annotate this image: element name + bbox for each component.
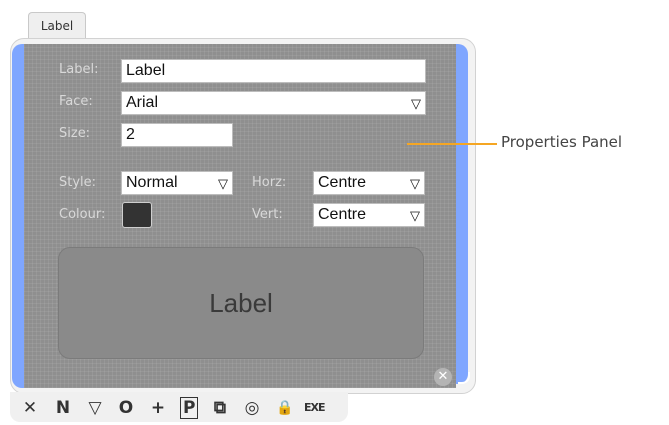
- close-icon[interactable]: ✕: [434, 368, 452, 386]
- duplicate-icon[interactable]: ⧉: [212, 397, 228, 419]
- exe-icon[interactable]: EXE: [304, 397, 325, 419]
- new-icon[interactable]: N: [55, 397, 71, 419]
- style-select[interactable]: Normal ▽: [121, 171, 233, 195]
- tab-label[interactable]: Label: [28, 12, 86, 38]
- label-field-label: Label:: [59, 62, 99, 77]
- style-select-value: Normal: [126, 174, 178, 191]
- panel-accent-right: [456, 44, 468, 384]
- chevron-down-icon: ▽: [411, 96, 421, 111]
- chevron-down-icon: ▽: [410, 176, 420, 191]
- lock-icon[interactable]: 🔒: [276, 397, 293, 419]
- horz-field-label: Horz:: [252, 175, 287, 190]
- properties-icon[interactable]: P: [180, 397, 199, 419]
- chevron-down-icon: ▽: [218, 176, 228, 191]
- chevron-down-icon: ▽: [410, 208, 420, 223]
- size-field-label: Size:: [59, 126, 91, 141]
- horz-select[interactable]: Centre ▽: [313, 171, 425, 195]
- delete-icon[interactable]: ✕: [22, 397, 38, 419]
- label-preview: Label: [58, 247, 424, 359]
- callout-label: Properties Panel: [501, 133, 623, 151]
- dropdown-tool-icon[interactable]: ▽: [87, 397, 103, 419]
- style-field-label: Style:: [59, 175, 97, 190]
- label-input[interactable]: Label: [121, 59, 426, 83]
- vert-select[interactable]: Centre ▽: [313, 203, 425, 227]
- vert-field-label: Vert:: [252, 207, 283, 222]
- callout-line: [407, 143, 497, 145]
- add-icon[interactable]: +: [150, 397, 166, 419]
- size-input[interactable]: 2: [121, 123, 233, 147]
- face-select-value: Arial: [126, 94, 159, 111]
- colour-field-label: Colour:: [59, 207, 106, 222]
- vert-select-value: Centre: [318, 206, 367, 223]
- view-icon[interactable]: ◎: [244, 397, 260, 419]
- shape-tool-icon[interactable]: O: [118, 397, 134, 419]
- colour-swatch[interactable]: [122, 202, 152, 228]
- face-select[interactable]: Arial ▽: [121, 91, 426, 115]
- panel-accent-left: [12, 44, 24, 388]
- face-field-label: Face:: [59, 94, 93, 109]
- horz-select-value: Centre: [318, 174, 367, 191]
